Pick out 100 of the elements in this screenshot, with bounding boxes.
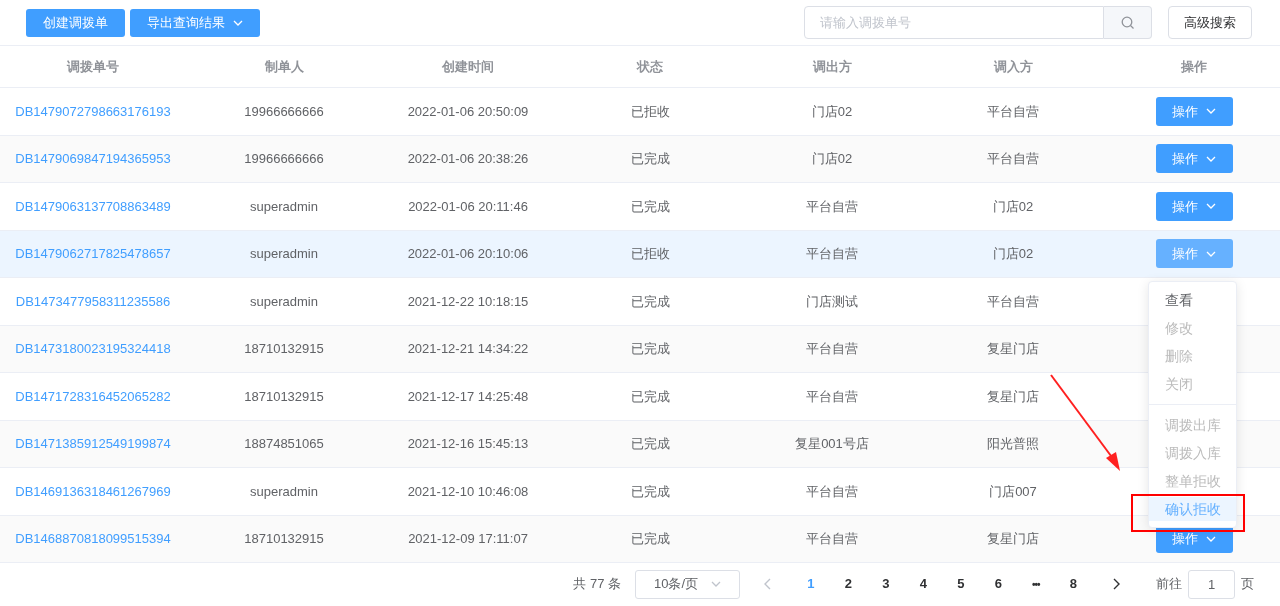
table-cell-text: 阳光普照 [987,435,1039,453]
table-cell-text: 18710132915 [244,340,324,358]
table-cell-text: 门店02 [811,102,853,121]
table-cell-text: 复星门店 [987,530,1039,548]
goto-label: 前往 [1156,575,1182,594]
page-button[interactable]: 8 [1054,574,1092,594]
advanced-search-button[interactable]: 高级搜索 [1168,6,1252,39]
table-cell-text: 已完成 [630,387,670,406]
action-button[interactable]: 操作 [1155,191,1233,221]
page-button[interactable]: 5 [942,574,980,594]
page-button[interactable]: 3 [867,574,905,594]
table-cell-text: 已完成 [630,292,670,311]
table-cell-text: 18710132915 [244,387,324,406]
chevron-down-icon [233,19,243,26]
table-cell-text: 平台自营 [806,482,858,501]
table-cell-text: 已完成 [630,340,670,358]
toolbar-button[interactable]: 导出查询结果 [130,8,260,37]
table-cell-text: 19966666666 [244,102,324,121]
menu-item[interactable]: 确认拒收 [1149,497,1236,521]
table-cell-text: 2022-01-06 20:38:26 [407,150,529,168]
order-number-link[interactable]: DB1479063137708863489 [15,196,171,216]
column-header: 制单人 [264,57,304,76]
next-page-icon[interactable] [1112,578,1120,590]
toolbar-button[interactable]: 创建调拨单 [26,8,125,37]
table-cell-text: 平台自营 [806,340,858,358]
order-number-link[interactable]: DB1479062717825478657 [15,244,171,264]
table-cell-text: 2021-12-09 17:11:07 [408,530,528,548]
table-row[interactable]: DB1479062717825478657 superadmin 2022-01-06 20:10:06 已拒收 平台自营 门店02 操作 [0,230,1280,278]
table-cell-text: 平台自营 [806,530,858,548]
table-cell-text: 门店02 [992,197,1034,216]
table-cell-text: 2022-01-06 20:10:06 [407,245,529,263]
order-number-link[interactable]: DB1471385912549199874 [15,434,171,454]
table-cell-text: 已完成 [630,482,670,501]
table-cell-text: 平台自营 [806,245,858,263]
table-cell-text: superadmin [250,197,318,216]
chevron-down-icon [1206,203,1216,210]
table-cell-text: 2022-01-06 20:11:46 [408,197,528,216]
table-cell-text: 复星门店 [987,340,1039,358]
more-pages-button[interactable]: ••• [1017,576,1055,592]
table-cell-text: 已拒收 [630,245,670,263]
table-cell-text: 19966666666 [244,150,324,168]
table-cell-text: 2021-12-17 14:25:48 [407,387,529,406]
column-header: 创建时间 [442,57,494,76]
table-cell-text: superadmin [250,245,318,263]
table-cell-text: 复星门店 [987,387,1039,406]
order-number-link[interactable]: DB1469136318461267969 [15,481,171,501]
chevron-down-icon [1206,250,1216,257]
column-header: 调入方 [993,57,1033,76]
chevron-down-icon [1206,155,1216,162]
order-number-link[interactable]: DB1473477958311235586 [15,291,171,311]
previous-page-icon[interactable] [764,578,772,590]
menu-item[interactable]: 查看 [1149,288,1236,312]
page-button[interactable]: 2 [829,574,867,594]
order-number-link[interactable]: DB1479072798663176193 [15,101,171,121]
table-cell-text: 已完成 [630,435,670,453]
order-number-link[interactable]: DB1473180023195324418 [15,339,171,359]
table-cell-text: 已拒收 [630,102,670,121]
table-cell-text: 18874851065 [244,435,324,453]
search-button[interactable] [1104,6,1152,39]
total-count: 共 77 条 [573,575,621,594]
table-cell-text: 2021-12-21 14:34:22 [407,340,529,358]
chevron-down-icon [1206,535,1216,542]
table-cell-text: 平台自营 [806,197,858,216]
column-header: 状态 [637,57,663,76]
table-cell-text: superadmin [250,482,318,501]
page-button[interactable]: 1 [792,574,830,594]
action-button[interactable]: 操作 [1155,239,1233,269]
page-button[interactable]: 4 [904,574,942,594]
page-size-select[interactable]: 10条/页 [635,569,740,599]
table-cell-text: 2021-12-22 10:18:15 [407,292,529,311]
table-cell-text: 2022-01-06 20:50:09 [407,102,529,121]
search-icon [1120,15,1135,30]
goto-page-field[interactable]: 1 [1188,569,1235,599]
order-number-link[interactable]: DB1471728316452065282 [15,386,171,406]
table-row[interactable]: DB1468870818099515394 18710132915 2021-12-09 17:11:07 已完成 平台自营 复星门店 操作 [0,515,1280,563]
table-cell-text: 平台自营 [987,102,1039,121]
chevron-down-icon [1206,108,1216,115]
table-row[interactable]: DB1479069847194365953 19966666666 2022-01-06 20:38:26 已完成 门店02 平台自营 操作 [0,135,1280,183]
action-button[interactable]: 操作 [1155,144,1233,174]
table-cell-text: 复星001号店 [795,435,869,453]
goto-suffix: 页 [1241,575,1254,594]
table-cell-text: 门店02 [992,245,1034,263]
column-header: 调出方 [812,57,852,76]
table-cell-text: 18710132915 [244,530,324,548]
order-number-link[interactable]: DB1479069847194365953 [15,149,171,169]
table-cell-text: 门店007 [989,482,1037,501]
column-header: 调拨单号 [67,57,119,76]
order-number-link[interactable]: DB1468870818099515394 [15,529,171,549]
table-cell-text: 平台自营 [806,387,858,406]
table-cell-text: 门店测试 [806,292,858,311]
table-cell-text: superadmin [250,292,318,311]
search-field[interactable]: 请输入调拨单号 [804,6,1104,39]
table-cell-text: 门店02 [811,150,853,168]
table-cell-text: 平台自营 [987,150,1039,168]
column-header: 操作 [1181,57,1207,76]
table-cell-text: 2021-12-16 15:45:13 [407,435,529,453]
page-button[interactable]: 6 [979,574,1017,594]
table-cell-text: 2021-12-10 10:46:08 [407,482,529,501]
action-button[interactable]: 操作 [1155,96,1233,126]
table-cell-text: 平台自营 [987,292,1039,311]
